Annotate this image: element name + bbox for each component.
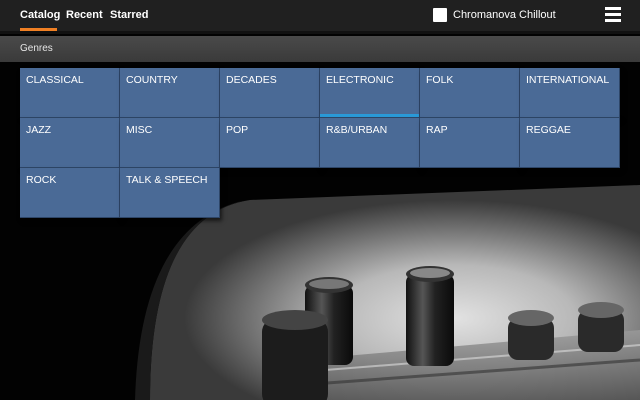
section-title: Genres xyxy=(20,43,53,54)
tab-recent[interactable]: Recent xyxy=(66,9,103,21)
genre-tile[interactable]: ROCK xyxy=(20,168,120,218)
genre-tile[interactable]: JAZZ xyxy=(20,118,120,168)
genre-tile[interactable]: COUNTRY xyxy=(120,68,220,118)
genre-label: JAZZ xyxy=(26,124,52,136)
genre-tile-selected[interactable]: ELECTRONIC xyxy=(320,68,420,118)
genre-label: CLASSICAL xyxy=(26,74,84,86)
genre-label: REGGAE xyxy=(526,124,571,136)
top-navigation-bar: Catalog Recent Starred Chromanova Chillo… xyxy=(0,0,640,34)
genre-tile[interactable]: R&B/URBAN xyxy=(320,118,420,168)
genre-tile[interactable]: RAP xyxy=(420,118,520,168)
genre-tile[interactable]: DECADES xyxy=(220,68,320,118)
genre-tile[interactable]: POP xyxy=(220,118,320,168)
tab-catalog[interactable]: Catalog xyxy=(20,9,60,21)
genre-label: DECADES xyxy=(226,74,277,86)
active-tab-indicator xyxy=(20,28,57,31)
station-name: Chromanova Chillout xyxy=(453,9,556,21)
tab-starred[interactable]: Starred xyxy=(110,9,149,21)
genre-tile[interactable]: MISC xyxy=(120,118,220,168)
genre-tile[interactable]: REGGAE xyxy=(520,118,620,168)
genre-label: ROCK xyxy=(26,174,57,186)
genre-tile[interactable]: TALK & SPEECH xyxy=(120,168,220,218)
hamburger-menu-icon[interactable] xyxy=(605,7,621,23)
genre-label: R&B/URBAN xyxy=(326,124,388,136)
genre-label: ELECTRONIC xyxy=(326,74,394,86)
genre-label: INTERNATIONAL xyxy=(526,74,610,86)
genre-label: MISC xyxy=(126,124,153,136)
genre-label: RAP xyxy=(426,124,448,136)
genre-label: POP xyxy=(226,124,249,136)
genre-grid: CLASSICAL COUNTRY DECADES ELECTRONIC FOL… xyxy=(20,68,620,219)
genre-tile[interactable]: FOLK xyxy=(420,68,520,118)
station-checkbox-icon[interactable] xyxy=(433,8,447,22)
selected-indicator xyxy=(320,114,419,117)
genre-label: TALK & SPEECH xyxy=(126,174,208,186)
genre-label: COUNTRY xyxy=(126,74,178,86)
section-header: Genres xyxy=(0,36,640,62)
genre-tile[interactable]: CLASSICAL xyxy=(20,68,120,118)
genre-tile[interactable]: INTERNATIONAL xyxy=(520,68,620,118)
genre-label: FOLK xyxy=(426,74,454,86)
